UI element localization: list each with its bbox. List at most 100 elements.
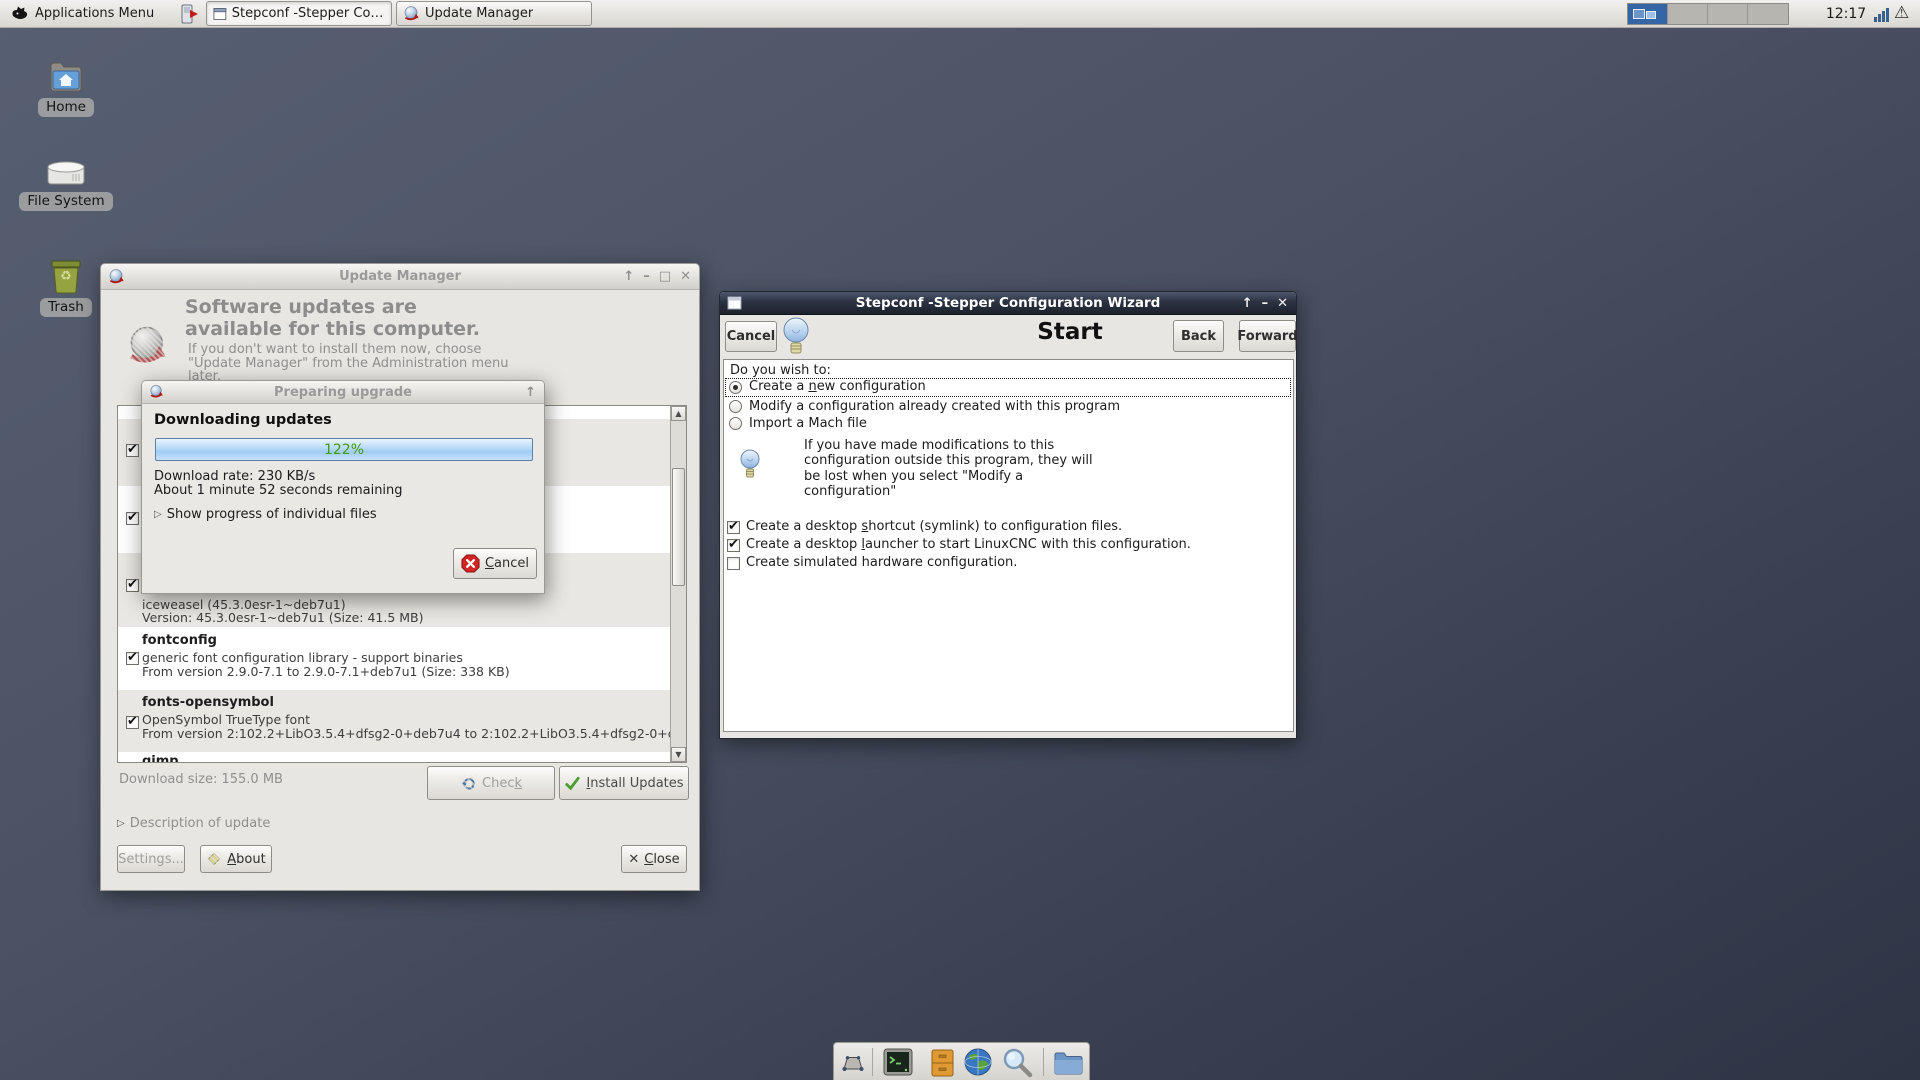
package-row-fontconfig[interactable]: fontconfig generic font configuration li… (118, 627, 671, 690)
dock (833, 1042, 1090, 1080)
workspace-2[interactable] (1668, 4, 1708, 24)
shade-button[interactable]: ↑ (623, 270, 634, 283)
package-checkbox[interactable] (126, 716, 139, 729)
workspace-1[interactable] (1628, 4, 1668, 24)
radio-label: Modify a configuration already created w… (749, 399, 1120, 414)
settings-button[interactable]: Settings... (117, 845, 185, 873)
modify-warning-text: If you have made modifications to this c… (804, 438, 1093, 499)
maximize-button[interactable]: □ (659, 270, 671, 283)
terminal-launcher-icon[interactable] (883, 1047, 913, 1077)
package-checkbox[interactable] (126, 652, 139, 665)
update-manager-icon (403, 5, 420, 22)
package-version: Version: 45.3.0esr-1~deb7u1 (Size: 41.5 … (142, 610, 424, 625)
stepconf-titlebar[interactable]: Stepconf -Stepper Configuration Wizard ↑… (720, 292, 1296, 315)
radio-create-new[interactable] (729, 381, 742, 394)
quit-launcher[interactable] (170, 1, 208, 26)
scroll-up-button[interactable]: ▲ (671, 406, 686, 421)
update-globe-icon (127, 324, 171, 368)
workspace-3[interactable] (1708, 4, 1748, 24)
expander-arrow-icon: ▷ (117, 818, 125, 829)
stepconf-window: Stepconf -Stepper Configuration Wizard ↑… (719, 291, 1297, 739)
wizard-forward-button[interactable]: Forward (1239, 320, 1296, 352)
shade-button[interactable]: ↑ (1242, 297, 1253, 310)
radio-row-modify[interactable]: Modify a configuration already created w… (725, 399, 1291, 417)
checkbox-row-launcher[interactable]: Create a desktop launcher to start Linux… (724, 537, 1290, 555)
desktop-icon-home[interactable]: Home (6, 56, 126, 117)
radio-row-import-mach[interactable]: Import a Mach file (725, 416, 1291, 434)
radio-row-create-new[interactable]: Create a new configuration (725, 378, 1291, 397)
web-browser-launcher-icon[interactable] (963, 1047, 993, 1077)
package-checkbox[interactable] (126, 512, 139, 525)
dialog-titlebar[interactable]: Preparing upgrade ↑ (142, 381, 544, 404)
checkbox-simulated-hardware[interactable] (727, 557, 740, 570)
radio-label: Import a Mach file (749, 416, 867, 431)
check-button[interactable]: Check (427, 766, 555, 800)
update-manager-titlebar[interactable]: Update Manager ↑ – □ ✕ (101, 264, 699, 290)
wizard-back-label: Back (1181, 329, 1216, 344)
taskbar-button-stepconf[interactable]: Stepconf -Stepper Confi... (206, 1, 392, 26)
desktop-icon-file-system[interactable]: File System (6, 150, 126, 211)
folder-launcher-icon[interactable] (1053, 1050, 1084, 1076)
dock-separator (1043, 1048, 1044, 1076)
package-desc: OpenSymbol TrueType font (142, 712, 310, 727)
wizard-page: Do you wish to: Create a new configurati… (723, 359, 1294, 732)
window-icon (213, 7, 227, 21)
wizard-back-button[interactable]: Back (1173, 320, 1224, 352)
wizard-page-title: Start (980, 319, 1160, 345)
close-button[interactable]: ✕ (680, 270, 691, 283)
description-expander[interactable]: ▷ Description of update (117, 816, 270, 831)
package-name: fontconfig (142, 633, 217, 648)
workspace-4[interactable] (1748, 4, 1788, 24)
wizard-forward-label: Forward (1237, 329, 1297, 344)
checkbox-row-simulated[interactable]: Create simulated hardware configuration. (724, 555, 1290, 573)
checkbox-label: Create a desktop shortcut (symlink) to c… (746, 519, 1122, 534)
wizard-cancel-button[interactable]: Cancel (725, 321, 777, 352)
radio-modify[interactable] (729, 400, 742, 413)
file-progress-expander[interactable]: ▷ Show progress of individual files (154, 507, 377, 522)
package-checkbox[interactable] (126, 444, 139, 457)
description-expander-label: Description of update (130, 816, 271, 831)
install-label: Install Updates (586, 776, 683, 791)
radio-import-mach[interactable] (729, 417, 742, 430)
um-note: If you don't want to install them now, c… (188, 343, 509, 384)
warning-tray-icon[interactable]: ⚠ (1894, 3, 1909, 23)
close-window-button[interactable]: ✕ Close (621, 845, 687, 873)
workspace-switcher[interactable] (1627, 3, 1789, 25)
file-cabinet-launcher-icon[interactable] (930, 1049, 955, 1077)
cancel-download-button[interactable]: Cancel (453, 548, 537, 579)
package-name: gimp (142, 754, 179, 763)
scroll-down-button[interactable]: ▼ (671, 747, 686, 762)
preparing-upgrade-dialog: Preparing upgrade ↑ Downloading updates … (141, 380, 545, 594)
package-row-gimp[interactable]: gimp (118, 752, 671, 763)
install-updates-button[interactable]: Install Updates (559, 766, 689, 800)
logout-icon (178, 3, 200, 25)
checkbox-desktop-shortcut[interactable] (727, 521, 740, 534)
package-name: fonts-opensymbol (142, 695, 274, 710)
xfce-mouse-icon (10, 4, 30, 24)
minimize-button[interactable]: – (643, 270, 650, 283)
desktop-icon-label: File System (19, 192, 112, 211)
shade-button[interactable]: ↑ (525, 386, 536, 399)
package-checkbox[interactable] (126, 579, 139, 592)
about-button[interactable]: About (200, 845, 272, 873)
close-button[interactable]: ✕ (1277, 297, 1288, 310)
minimize-button[interactable]: – (1262, 297, 1269, 310)
desktop-icon-label: Trash (40, 298, 92, 317)
search-launcher-icon[interactable] (1001, 1046, 1034, 1079)
list-scrollbar[interactable]: ▲ ▼ (670, 406, 686, 762)
checkbox-desktop-launcher[interactable] (727, 539, 740, 552)
taskbar-label: Stepconf -Stepper Confi... (232, 6, 385, 21)
applications-menu-button[interactable]: Applications Menu (2, 1, 162, 26)
applications-menu-label: Applications Menu (35, 6, 154, 21)
download-size-label: Download size: 155.0 MB (119, 772, 283, 787)
checkbox-row-shortcut[interactable]: Create a desktop shortcut (symlink) to c… (724, 519, 1290, 537)
show-desktop-icon[interactable] (841, 1055, 865, 1072)
window-title: Update Manager (101, 269, 699, 284)
um-heading: Software updates are available for this … (185, 296, 480, 340)
package-row-fonts-opensymbol[interactable]: fonts-opensymbol OpenSymbol TrueType fon… (118, 690, 671, 752)
time-remaining: About 1 minute 52 seconds remaining (154, 483, 403, 498)
network-signal-icon[interactable] (1874, 6, 1890, 22)
scrollbar-thumb[interactable] (672, 468, 685, 586)
recycle-glyph: ♻ (60, 269, 72, 284)
taskbar-button-update-manager[interactable]: Update Manager (396, 1, 592, 26)
